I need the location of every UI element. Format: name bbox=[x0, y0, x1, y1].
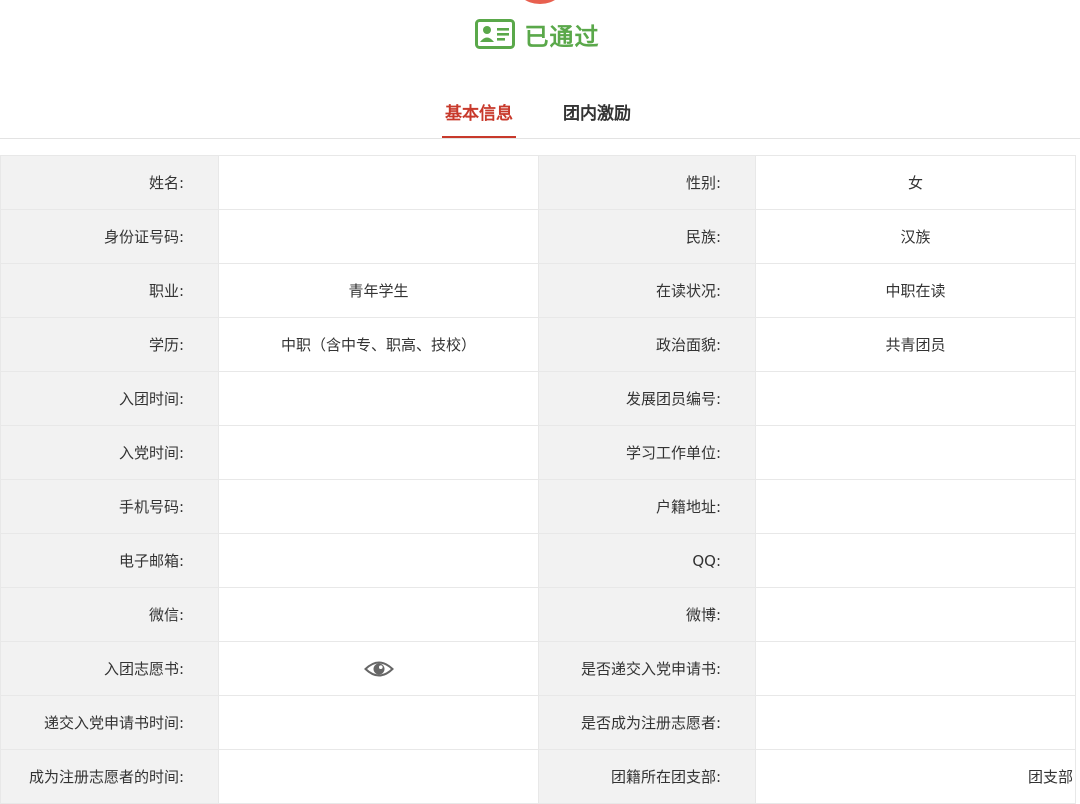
field-label-party-application-submitted: 是否递交入党申请书: bbox=[538, 641, 756, 696]
avatar-arc bbox=[514, 0, 566, 4]
tab-basic-info[interactable]: 基本信息 bbox=[442, 100, 516, 138]
field-value-gender: 女 bbox=[755, 155, 1076, 210]
approval-status: 已通过 bbox=[0, 14, 1080, 54]
field-label-id-number: 身份证号码: bbox=[0, 209, 219, 264]
field-label-work-unit: 学习工作单位: bbox=[538, 425, 756, 480]
field-label-education: 学历: bbox=[0, 317, 219, 372]
field-label-party-application-date: 递交入党申请书时间: bbox=[0, 695, 219, 750]
field-value-phone bbox=[218, 479, 539, 534]
field-value-join-party-date bbox=[218, 425, 539, 480]
table-row: 学历: 中职（含中专、职高、技校） 政治面貌: 共青团员 bbox=[0, 317, 1076, 372]
field-label-email: 电子邮箱: bbox=[0, 533, 219, 588]
field-label-weibo: 微博: bbox=[538, 587, 756, 642]
field-label-wechat: 微信: bbox=[0, 587, 219, 642]
field-label-join-league-date: 入团时间: bbox=[0, 371, 219, 426]
field-label-gender: 性别: bbox=[538, 155, 756, 210]
table-row: 职业: 青年学生 在读状况: 中职在读 bbox=[0, 263, 1076, 318]
field-value-name bbox=[218, 155, 539, 210]
field-label-join-party-date: 入党时间: bbox=[0, 425, 219, 480]
field-value-email bbox=[218, 533, 539, 588]
field-value-study-status: 中职在读 bbox=[755, 263, 1076, 318]
field-value-join-league-date bbox=[218, 371, 539, 426]
field-label-ethnicity: 民族: bbox=[538, 209, 756, 264]
field-value-party-application-submitted bbox=[755, 641, 1076, 696]
field-value-wechat bbox=[218, 587, 539, 642]
table-row: 姓名: 性别: 女 bbox=[0, 155, 1076, 210]
table-row: 身份证号码: 民族: 汉族 bbox=[0, 209, 1076, 264]
field-label-household-address: 户籍地址: bbox=[538, 479, 756, 534]
field-label-application-form: 入团志愿书: bbox=[0, 641, 219, 696]
field-value-member-number bbox=[755, 371, 1076, 426]
field-value-registered-volunteer bbox=[755, 695, 1076, 750]
field-value-qq bbox=[755, 533, 1076, 588]
field-value-league-branch: 团支部 bbox=[755, 749, 1076, 804]
tab-league-incentive[interactable]: 团内激励 bbox=[560, 100, 634, 136]
field-label-study-status: 在读状况: bbox=[538, 263, 756, 318]
table-row: 入团时间: 发展团员编号: bbox=[0, 371, 1076, 426]
field-value-party-application-date bbox=[218, 695, 539, 750]
field-value-weibo bbox=[755, 587, 1076, 642]
table-row: 入党时间: 学习工作单位: bbox=[0, 425, 1076, 480]
field-label-league-branch: 团籍所在团支部: bbox=[538, 749, 756, 804]
field-value-volunteer-date bbox=[218, 749, 539, 804]
table-row: 入团志愿书: 是否递交入党申请书: bbox=[0, 641, 1076, 696]
field-value-application-form bbox=[218, 641, 539, 696]
table-row: 手机号码: 户籍地址: bbox=[0, 479, 1076, 534]
field-label-political-status: 政治面貌: bbox=[538, 317, 756, 372]
field-value-work-unit bbox=[755, 425, 1076, 480]
field-label-phone: 手机号码: bbox=[0, 479, 219, 534]
status-text: 已通过 bbox=[524, 22, 600, 51]
table-row: 微信: 微博: bbox=[0, 587, 1076, 642]
field-label-occupation: 职业: bbox=[0, 263, 219, 318]
field-value-household-address bbox=[755, 479, 1076, 534]
field-value-ethnicity: 汉族 bbox=[755, 209, 1076, 264]
table-row: 成为注册志愿者的时间: 团籍所在团支部: 团支部 bbox=[0, 749, 1076, 804]
tab-bar: 基本信息 团内激励 bbox=[0, 96, 1080, 139]
member-info-table: 姓名: 性别: 女 身份证号码: 民族: 汉族 职业: 青年学生 在读状况: 中… bbox=[0, 155, 1076, 804]
field-value-id-number bbox=[218, 209, 539, 264]
field-label-volunteer-date: 成为注册志愿者的时间: bbox=[0, 749, 219, 804]
field-label-registered-volunteer: 是否成为注册志愿者: bbox=[538, 695, 756, 750]
field-label-name: 姓名: bbox=[0, 155, 219, 210]
field-value-political-status: 共青团员 bbox=[755, 317, 1076, 372]
field-value-education: 中职（含中专、职高、技校） bbox=[218, 317, 539, 372]
table-row: 电子邮箱: QQ: bbox=[0, 533, 1076, 588]
table-row: 递交入党申请书时间: 是否成为注册志愿者: bbox=[0, 695, 1076, 750]
field-label-qq: QQ: bbox=[538, 533, 756, 588]
field-label-member-number: 发展团员编号: bbox=[538, 371, 756, 426]
id-card-icon bbox=[474, 19, 515, 49]
eye-icon[interactable] bbox=[363, 659, 394, 679]
field-value-occupation: 青年学生 bbox=[218, 263, 539, 318]
